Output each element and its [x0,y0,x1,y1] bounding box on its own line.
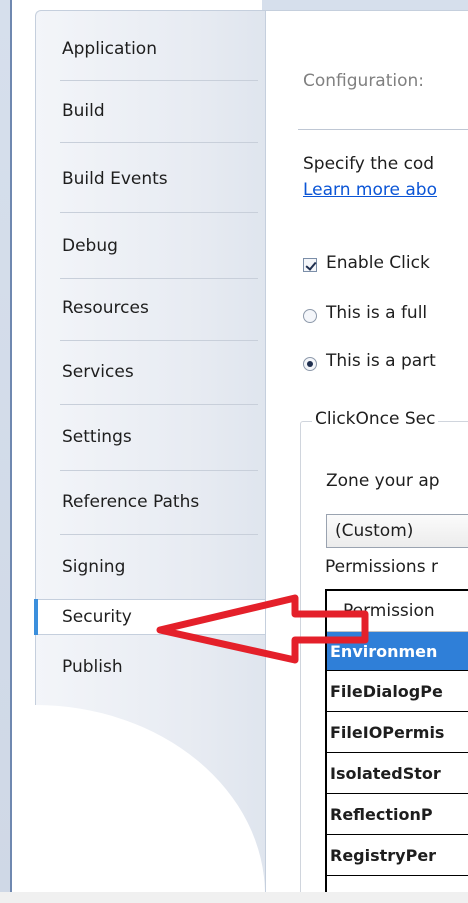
sidebar-item-settings[interactable]: Settings [36,420,264,454]
sidebar-item-reference-paths[interactable]: Reference Paths [36,485,264,519]
permission-name: FileDialogPe [330,681,443,701]
permission-name: RegistryPer [330,845,437,865]
zone-select-value: (Custom) [335,521,414,541]
tab-divider [60,142,258,143]
security-page: Configuration: Specify the cod Learn mor… [265,10,468,893]
column-header-label: Permission [343,601,435,621]
configuration-label: Configuration: [303,71,425,91]
table-row[interactable]: RegistryPer [327,835,468,876]
sidebar-item-label: Settings [62,427,132,447]
learn-more-link[interactable]: Learn more abo [303,180,437,200]
permissions-table: Permission Environmen FileDialogPe FileI… [325,589,468,893]
enable-clickonce-checkbox[interactable] [303,258,317,272]
sidebar-item-label: Build [62,101,105,121]
sidebar-item-resources[interactable]: Resources [36,291,264,325]
permission-name: ReflectionP [330,804,433,824]
group-title: ClickOnce Sec [312,409,439,429]
enable-clickonce-label: Enable Click [326,253,430,273]
tab-divider [60,212,258,213]
bottom-bar [0,892,468,903]
partial-trust-label: This is a part [326,351,436,371]
partial-trust-radio[interactable] [303,357,317,371]
permission-name: IsolatedStor [330,763,441,783]
tab-divider [60,534,258,535]
permissions-label: Permissions r [325,557,438,577]
tab-divider [60,404,258,405]
sidebar-item-publish[interactable]: Publish [36,650,264,684]
tab-divider [60,470,258,471]
sidebar-item-label: Signing [62,557,126,577]
zone-label: Zone your ap [326,471,440,491]
full-trust-radio[interactable] [303,309,317,323]
sidebar-item-label: Security [62,607,132,627]
table-row[interactable]: Environmen [327,632,468,671]
sidebar-item-build[interactable]: Build [36,94,264,128]
sidebar-item-label: Build Events [62,169,168,189]
header-divider [298,129,468,130]
sidebar-item-label: Services [62,362,134,382]
tab-divider [60,80,258,81]
tab-divider [60,278,258,279]
sidebar-item-build-events[interactable]: Build Events [36,162,264,196]
sidebar-item-services[interactable]: Services [36,355,264,389]
sidebar-item-label: Resources [62,298,149,318]
permission-column-header[interactable]: Permission [327,591,468,632]
table-row[interactable]: IsolatedStor [327,753,468,794]
permission-name: Environmen [330,641,438,661]
full-trust-label: This is a full [326,303,428,323]
table-row[interactable]: ReflectionP [327,794,468,835]
sidebar-item-label: Debug [62,236,118,256]
sidebar-item-application[interactable]: Application [36,32,264,66]
sidebar-item-label: Application [62,39,157,59]
description-text: Specify the cod [303,154,435,174]
table-row[interactable]: FileIOPermis [327,712,468,753]
permission-name: FileIOPermis [330,722,445,742]
sidebar-item-label: Publish [62,657,123,677]
sidebar-item-debug[interactable]: Debug [36,229,264,263]
sidebar-item-label: Reference Paths [62,492,200,512]
zone-select[interactable]: (Custom) [326,514,468,548]
sidebar-item-security[interactable]: Security [34,599,266,635]
sidebar-item-signing[interactable]: Signing [36,550,264,584]
tab-divider [60,340,258,341]
table-row[interactable]: FileDialogPe [327,671,468,712]
